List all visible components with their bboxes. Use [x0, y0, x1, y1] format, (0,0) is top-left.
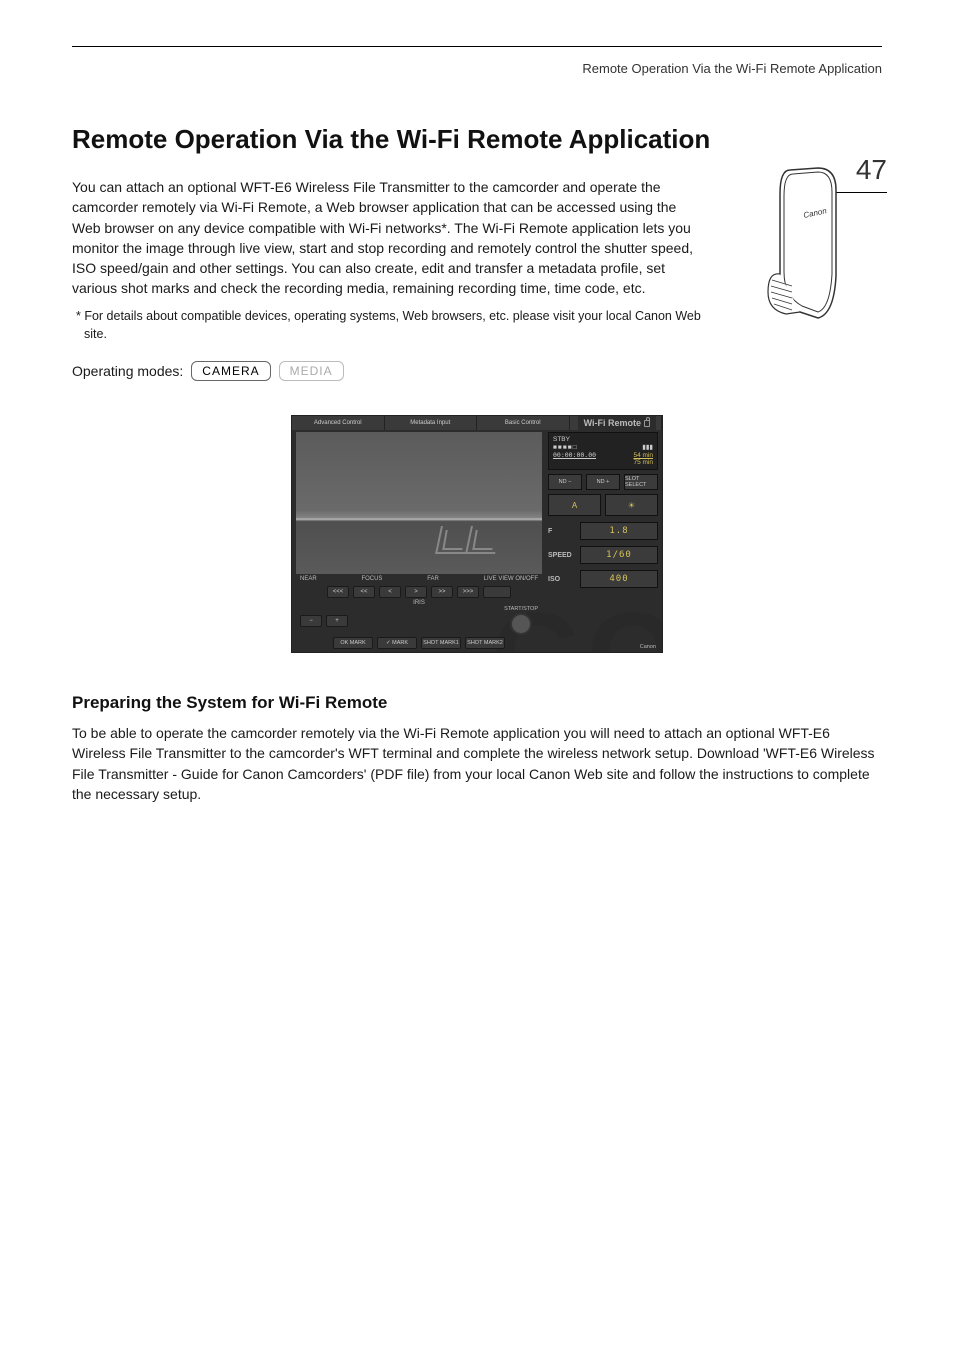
- mark-buttons: OK MARK ✓ MARK SHOT MARK1 SHOT MARK2: [296, 637, 542, 649]
- mode-media-badge: MEDIA: [279, 361, 344, 381]
- nd-slot-buttons: ND − ND + SLOT SELECT: [548, 474, 658, 490]
- transmitter-illustration: Canon: [762, 164, 852, 324]
- section-paragraph: To be able to operate the camcorder remo…: [72, 723, 882, 804]
- focus-near-3-button[interactable]: <<<: [327, 586, 349, 598]
- focus-labels: NEAR FOCUS FAR LIVE VIEW ON/OFF: [296, 574, 542, 584]
- speed-label: SPEED: [548, 552, 576, 559]
- far-label: FAR: [427, 576, 439, 582]
- wb-buttons: A ☀: [548, 494, 658, 516]
- focus-far-2-button[interactable]: >>: [431, 586, 453, 598]
- section-heading: Preparing the System for Wi-Fi Remote: [72, 693, 882, 713]
- shot-mark-1-button[interactable]: SHOT MARK1: [421, 637, 461, 649]
- wifi-remote-screenshot: CO Advanced Control Metadata Input Basic…: [291, 415, 663, 653]
- mode-camera-badge: CAMERA: [191, 361, 270, 381]
- nd-minus-button[interactable]: ND −: [548, 474, 582, 490]
- tab-advanced-control[interactable]: Advanced Control: [292, 416, 385, 430]
- liveview-toggle-button[interactable]: [483, 586, 511, 598]
- tab-metadata-input[interactable]: Metadata Input: [385, 416, 478, 430]
- operating-modes: Operating modes: CAMERA MEDIA: [72, 361, 882, 381]
- iso-value[interactable]: 400: [580, 570, 658, 588]
- status-box: STBY ■■■■□ ▮▮▮ 00:00:00.00 54 min 75 min: [548, 432, 658, 470]
- iris-plus-button[interactable]: +: [326, 615, 348, 627]
- operating-modes-label: Operating modes:: [72, 363, 183, 379]
- focus-near-1-button[interactable]: <: [379, 586, 401, 598]
- wb-a-button[interactable]: A: [548, 494, 601, 516]
- aperture-label: F: [548, 528, 576, 535]
- wifi-remote-sidebar: STBY ■■■■□ ▮▮▮ 00:00:00.00 54 min 75 min: [548, 432, 658, 594]
- wifi-remote-main: NEAR FOCUS FAR LIVE VIEW ON/OFF <<< << <…: [296, 432, 542, 650]
- liveview-label: LIVE VIEW ON/OFF: [484, 576, 538, 582]
- horizon-line: [296, 518, 542, 520]
- startstop-button[interactable]: [510, 613, 532, 635]
- focus-far-3-button[interactable]: >>>: [457, 586, 479, 598]
- aperture-value[interactable]: 1.8: [580, 522, 658, 540]
- wifi-remote-card: CO Advanced Control Metadata Input Basic…: [291, 415, 663, 653]
- slot-select-button[interactable]: SLOT SELECT: [624, 474, 658, 490]
- footnote: * For details about compatible devices, …: [72, 307, 702, 343]
- shot-mark-2-button[interactable]: SHOT MARK2: [465, 637, 505, 649]
- ok-mark-button[interactable]: OK MARK: [333, 637, 373, 649]
- scene-chair: [438, 526, 468, 554]
- nd-plus-button[interactable]: ND +: [586, 474, 620, 490]
- wifi-remote-title-text: Wi-Fi Remote: [584, 418, 641, 428]
- lock-icon: [644, 420, 650, 427]
- focus-label: FOCUS: [361, 576, 382, 582]
- iso-label: ISO: [548, 576, 576, 583]
- aperture-param: F 1.8: [548, 522, 658, 540]
- focus-far-1-button[interactable]: >: [405, 586, 427, 598]
- slot-b-remaining: 75 min: [633, 459, 653, 466]
- battery-icon: ▮▮▮: [642, 443, 653, 451]
- wifi-remote-title: Wi-Fi Remote: [578, 416, 656, 430]
- timecode-value: 00:00:00.00: [553, 451, 596, 459]
- intro-block: You can attach an optional WFT-E6 Wirele…: [72, 177, 702, 343]
- speed-value[interactable]: 1/60: [580, 546, 658, 564]
- tab-basic-control[interactable]: Basic Control: [477, 416, 570, 430]
- top-rule: [72, 46, 882, 47]
- iso-param: ISO 400: [548, 570, 658, 588]
- iris-minus-button[interactable]: −: [300, 615, 322, 627]
- live-view-preview: [296, 432, 542, 574]
- focus-buttons: <<< << < > >> >>>: [296, 586, 542, 598]
- focus-near-2-button[interactable]: <<: [353, 586, 375, 598]
- speed-param: SPEED 1/60: [548, 546, 658, 564]
- slot-a-remaining: 54 min: [633, 452, 653, 459]
- scene-chair: [468, 526, 498, 554]
- intro-paragraph: You can attach an optional WFT-E6 Wirele…: [72, 177, 702, 299]
- page-title: Remote Operation Via the Wi-Fi Remote Ap…: [72, 124, 882, 155]
- running-head: Remote Operation Via the Wi-Fi Remote Ap…: [72, 61, 882, 76]
- near-label: NEAR: [300, 576, 317, 582]
- page-layout: 47 Remote Operation Via the Wi-Fi Remote…: [72, 124, 882, 804]
- stby-label: STBY: [553, 436, 653, 443]
- check-mark-button[interactable]: ✓ MARK: [377, 637, 417, 649]
- figure-footer: Canon: [640, 644, 656, 650]
- startstop-label: START/STOP: [504, 606, 538, 612]
- wb-b-button[interactable]: ☀: [605, 494, 658, 516]
